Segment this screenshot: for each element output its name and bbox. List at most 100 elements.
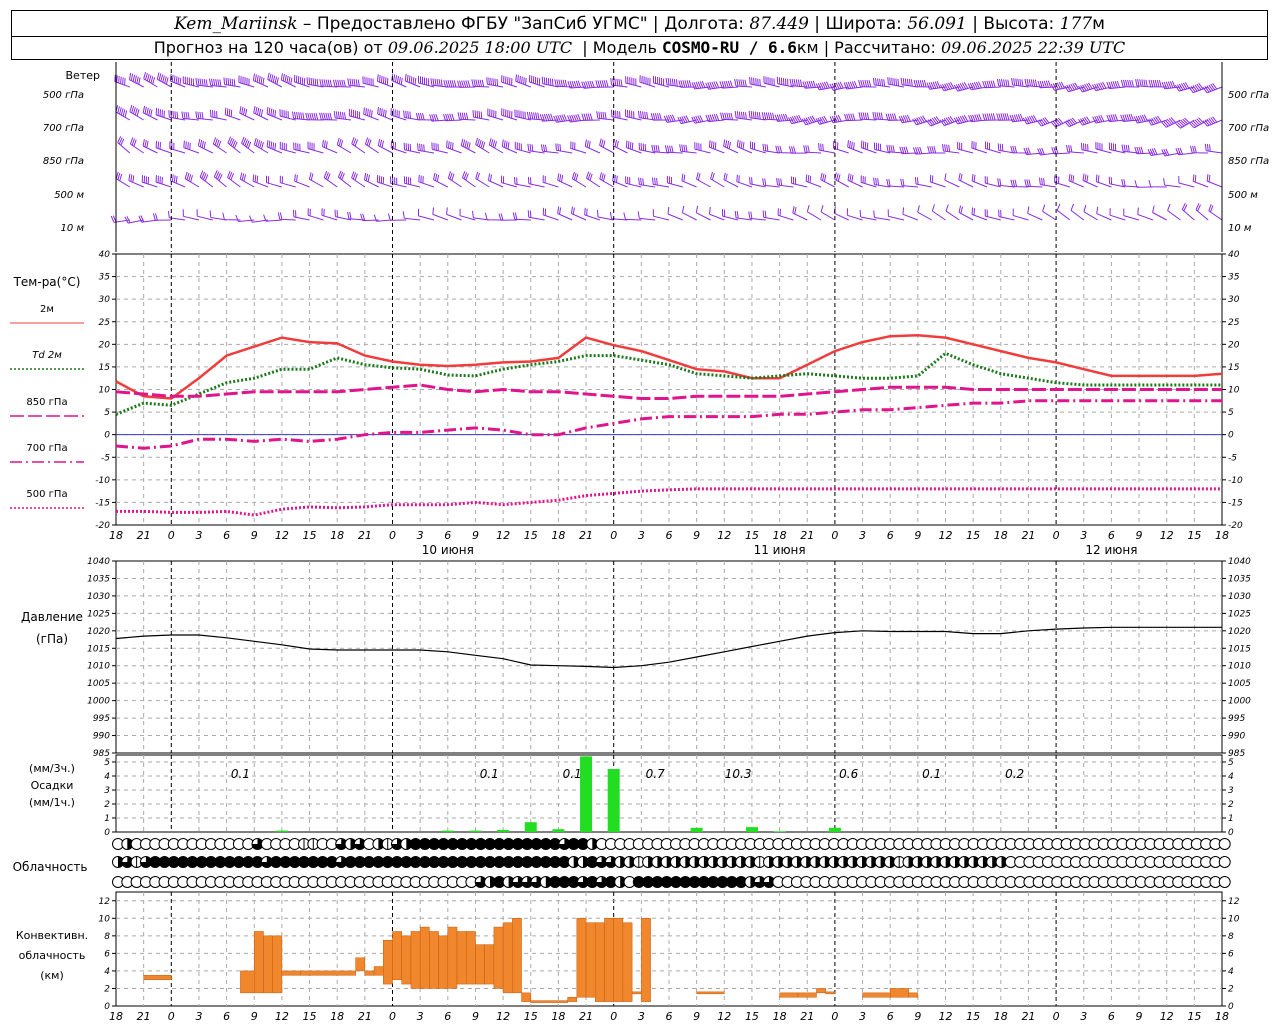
temperature-tick-label-left: 5 <box>104 408 110 418</box>
wind-level-label: 10 м <box>61 223 85 234</box>
temperature-hour-label: 12 <box>717 529 731 542</box>
precip-tick-label-left: 4 <box>104 772 110 782</box>
wind-barb <box>736 139 753 154</box>
wind-barb <box>557 206 573 221</box>
temperature-hour-label: 3 <box>195 529 202 542</box>
temperature-hour-label: 21 <box>579 529 593 542</box>
wind-barb <box>241 136 255 154</box>
temperature-hour-label: 12 <box>275 529 289 542</box>
wind-barb <box>1039 177 1057 188</box>
wind-barb <box>277 212 296 221</box>
convective-hour-label: 0 <box>389 1010 396 1023</box>
wind-barb <box>847 140 863 154</box>
convective-hour-label: 18 <box>551 1010 565 1023</box>
convective-bar <box>567 996 578 1002</box>
pressure-tick-label-left: 1020 <box>87 627 110 637</box>
wind-barb <box>695 205 711 221</box>
convective-bar <box>410 931 421 989</box>
wind-barb <box>1206 174 1223 188</box>
pressure-tick-label-right: 1035 <box>1228 574 1251 584</box>
wind-barb <box>169 173 186 188</box>
wind-barb <box>542 207 559 221</box>
temperature-hour-label: 15 <box>966 529 980 542</box>
wind-barb <box>998 209 1015 221</box>
convective-tick-label-left: 6 <box>104 949 110 959</box>
precip-tick-label-left: 5 <box>104 758 110 768</box>
temperature-tick-label-left: -10 <box>95 476 110 486</box>
wind-barb <box>805 174 822 188</box>
wind-barb <box>182 209 200 221</box>
wind-barb <box>307 208 324 221</box>
temperature-legend-label: 500 гПа <box>26 489 67 500</box>
convective-bar <box>521 992 531 1002</box>
convective-bar <box>862 992 891 998</box>
wind-barb <box>460 138 476 154</box>
wind-barb <box>873 210 891 221</box>
convective-tick-label-right: 2 <box>1228 984 1234 994</box>
precip-3h-label: 0.1 <box>922 767 941 781</box>
wind-barb <box>749 76 766 88</box>
wind-barb <box>1178 175 1195 188</box>
wind-barb <box>1109 208 1126 221</box>
wind-barb <box>308 172 324 188</box>
precip-bar <box>275 830 288 832</box>
precip-bar <box>469 830 482 832</box>
convective-hour-label: 9 <box>1136 1010 1143 1023</box>
wind-barb <box>958 172 974 188</box>
wind-barb <box>1068 173 1084 188</box>
convective-hour-label: 21 <box>1021 1010 1035 1023</box>
convective-bar <box>641 918 651 1002</box>
wind-barb <box>820 172 836 188</box>
wind-barb <box>1083 204 1098 221</box>
wind-barb <box>475 137 490 154</box>
convective-hour-label: 6 <box>887 1010 894 1023</box>
convective-hour-label: 21 <box>800 1010 814 1023</box>
wind-barb <box>570 141 587 154</box>
temperature-hour-label: 18 <box>109 529 123 542</box>
wind-barb <box>280 73 296 88</box>
temperature-tick-label-right: -15 <box>1228 498 1243 508</box>
convective-hour-label: 12 <box>717 1010 731 1023</box>
precip-bar <box>552 829 565 832</box>
wind-barb <box>834 172 849 188</box>
convective-bar <box>272 935 283 994</box>
wind-level-label: 700 гПа <box>43 123 84 134</box>
convective-tick-label-left: 8 <box>104 932 110 942</box>
convective-bar <box>595 922 605 1002</box>
wind-barb <box>1123 208 1140 221</box>
temperature-day-label: 12 июня <box>1085 543 1137 557</box>
temperature-hour-label: 9 <box>472 529 479 542</box>
wind-barb <box>212 137 227 154</box>
temperature-tick-label-right: 30 <box>1228 295 1240 305</box>
wind-barb <box>322 139 338 154</box>
wind-barb <box>696 172 711 188</box>
convective-bar <box>825 991 836 995</box>
temperature-hour-label: 15 <box>745 529 759 542</box>
wind-barb <box>418 174 435 188</box>
wind-barb <box>637 211 656 221</box>
convective-bar <box>143 975 172 980</box>
temperature-hour-label: 18 <box>330 529 344 542</box>
precip-tick-label-left: 0 <box>104 828 110 838</box>
pressure-tick-label-left: 1030 <box>87 592 110 602</box>
convective-bar <box>622 922 633 1002</box>
pressure-tick-label-right: 1005 <box>1228 679 1251 689</box>
wind-barb <box>971 140 988 154</box>
wind-barb <box>239 172 255 188</box>
convective-hour-label: 15 <box>745 1010 759 1023</box>
cloud-symbol <box>1218 876 1231 888</box>
precip-3h-label: 0.1 <box>563 767 582 781</box>
wind-barb <box>156 72 172 88</box>
wind-barb <box>501 139 518 154</box>
wind-barb <box>446 140 462 154</box>
temperature-tick-label-left: 30 <box>99 295 111 305</box>
convective-bar <box>263 935 273 994</box>
wind-level-label: 500 гПа <box>43 90 84 101</box>
pressure-tick-label-left: 1010 <box>87 662 110 672</box>
wind-barb <box>723 139 739 154</box>
convective-tick-label-left: 10 <box>99 914 111 924</box>
wind-barb <box>1081 142 1098 154</box>
wind-barb <box>542 175 559 188</box>
wind-barb <box>806 204 822 221</box>
pressure-tick-label-left: 990 <box>93 732 110 742</box>
